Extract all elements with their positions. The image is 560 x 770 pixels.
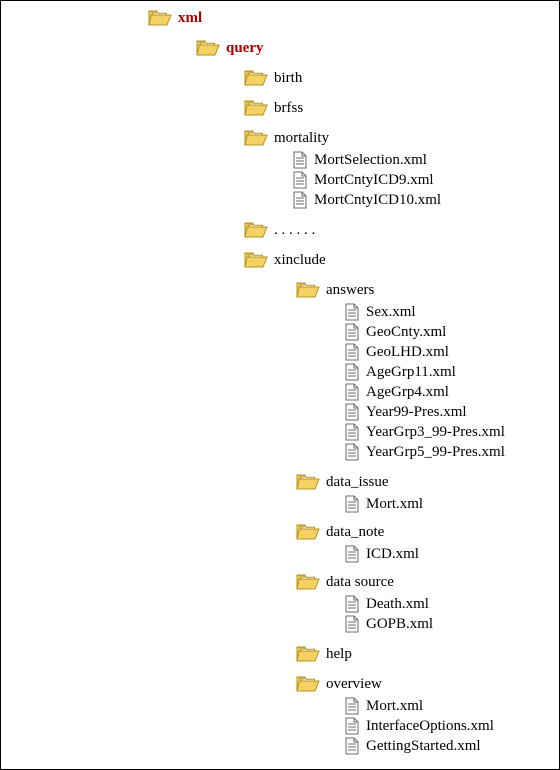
- file-label: ICD.xml: [366, 547, 419, 562]
- file-interfaceoptions[interactable]: InterfaceOptions.xml: [344, 715, 494, 737]
- file-sex[interactable]: Sex.xml: [344, 301, 416, 323]
- file-label: YearGrp5_99-Pres.xml: [366, 445, 505, 460]
- file-icon: [344, 615, 360, 633]
- file-icon: [344, 403, 360, 421]
- folder-data-source[interactable]: data source: [296, 571, 394, 593]
- folder-label: overview: [326, 677, 382, 692]
- tree-container: xml query birth brfss mortality MortSele…: [0, 0, 560, 770]
- file-gopb[interactable]: GOPB.xml: [344, 613, 433, 635]
- file-label: MortCntyICD9.xml: [314, 173, 434, 188]
- folder-open-icon: [148, 9, 172, 27]
- folder-label: birth: [274, 71, 302, 86]
- file-geolhd[interactable]: GeoLHD.xml: [344, 341, 449, 363]
- file-icon: [344, 303, 360, 321]
- folder-open-icon: [296, 675, 320, 693]
- file-label: Year99-Pres.xml: [366, 405, 467, 420]
- file-icon: [344, 323, 360, 341]
- folder-birth[interactable]: birth: [244, 67, 302, 89]
- file-gettingstarted[interactable]: GettingStarted.xml: [344, 735, 481, 757]
- file-icon: [344, 343, 360, 361]
- folder-open-icon: [296, 523, 320, 541]
- folder-label: answers: [326, 283, 374, 298]
- folder-label: data_note: [326, 525, 384, 540]
- folder-label: brfss: [274, 101, 303, 116]
- file-label: GettingStarted.xml: [366, 739, 481, 754]
- folder-brfss[interactable]: brfss: [244, 97, 303, 119]
- file-mortselection[interactable]: MortSelection.xml: [292, 149, 427, 171]
- file-mortcntyicd9[interactable]: MortCntyICD9.xml: [292, 169, 434, 191]
- file-agegrp4[interactable]: AgeGrp4.xml: [344, 381, 449, 403]
- folder-label: data_issue: [326, 475, 388, 490]
- file-icon: [344, 717, 360, 735]
- folder-open-icon: [296, 573, 320, 591]
- folder-answers[interactable]: answers: [296, 279, 374, 301]
- file-mort[interactable]: Mort.xml: [344, 493, 423, 515]
- file-label: MortSelection.xml: [314, 153, 427, 168]
- folder-open-icon: [244, 69, 268, 87]
- file-geocnty[interactable]: GeoCnty.xml: [344, 321, 446, 343]
- folder-label: mortality: [274, 131, 329, 146]
- folder-open-icon: [244, 221, 268, 239]
- folder-open-icon: [296, 473, 320, 491]
- file-label: GOPB.xml: [366, 617, 433, 632]
- file-label: Mort.xml: [366, 699, 423, 714]
- file-icon: [292, 191, 308, 209]
- folder-open-icon: [244, 251, 268, 269]
- file-label: MortCntyICD10.xml: [314, 193, 441, 208]
- file-yeargrp5[interactable]: YearGrp5_99-Pres.xml: [344, 441, 505, 463]
- folder-label: . . . . . .: [274, 223, 315, 238]
- file-icon: [344, 737, 360, 755]
- file-icon: [292, 151, 308, 169]
- folder-open-icon: [296, 281, 320, 299]
- file-label: YearGrp3_99-Pres.xml: [366, 425, 505, 440]
- file-label: AgeGrp4.xml: [366, 385, 449, 400]
- folder-label: xml: [178, 11, 202, 26]
- file-agegrp11[interactable]: AgeGrp11.xml: [344, 361, 456, 383]
- file-label: GeoLHD.xml: [366, 345, 449, 360]
- folder-help[interactable]: help: [296, 643, 352, 665]
- file-icd[interactable]: ICD.xml: [344, 543, 419, 565]
- folder-open-icon: [244, 99, 268, 117]
- folder-xml[interactable]: xml: [148, 7, 202, 29]
- folder-overview[interactable]: overview: [296, 673, 382, 695]
- folder-label: xinclude: [274, 253, 326, 268]
- file-mort-overview[interactable]: Mort.xml: [344, 695, 423, 717]
- folder-data-note[interactable]: data_note: [296, 521, 384, 543]
- file-mortcntyicd10[interactable]: MortCntyICD10.xml: [292, 189, 441, 211]
- folder-open-icon: [244, 129, 268, 147]
- file-icon: [344, 545, 360, 563]
- file-label: AgeGrp11.xml: [366, 365, 456, 380]
- file-label: Death.xml: [366, 597, 429, 612]
- file-year99pres[interactable]: Year99-Pres.xml: [344, 401, 467, 423]
- file-label: InterfaceOptions.xml: [366, 719, 494, 734]
- file-label: Mort.xml: [366, 497, 423, 512]
- file-death[interactable]: Death.xml: [344, 593, 429, 615]
- folder-label: help: [326, 647, 352, 662]
- file-icon: [344, 697, 360, 715]
- file-label: Sex.xml: [366, 305, 416, 320]
- folder-open-icon: [296, 645, 320, 663]
- folder-open-icon: [196, 39, 220, 57]
- file-icon: [344, 495, 360, 513]
- file-icon: [344, 383, 360, 401]
- file-label: GeoCnty.xml: [366, 325, 446, 340]
- folder-mortality[interactable]: mortality: [244, 127, 329, 149]
- folder-data-issue[interactable]: data_issue: [296, 471, 388, 493]
- folder-label: query: [226, 41, 264, 56]
- file-icon: [344, 363, 360, 381]
- file-icon: [344, 595, 360, 613]
- file-icon: [292, 171, 308, 189]
- folder-query[interactable]: query: [196, 37, 264, 59]
- folder-xinclude[interactable]: xinclude: [244, 249, 326, 271]
- file-yeargrp3[interactable]: YearGrp3_99-Pres.xml: [344, 421, 505, 443]
- file-icon: [344, 443, 360, 461]
- file-icon: [344, 423, 360, 441]
- folder-label: data source: [326, 575, 394, 590]
- folder-ellipsis[interactable]: . . . . . .: [244, 219, 315, 241]
